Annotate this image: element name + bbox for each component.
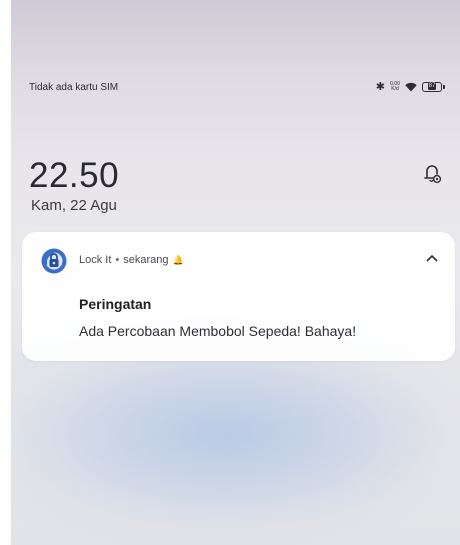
header-separator: • (115, 254, 120, 266)
notification-settings-icon[interactable] (422, 163, 442, 190)
lock-it-app-icon (41, 248, 67, 274)
notification-card[interactable]: Lock It • sekarang 🔔 Peringatan Ada Perc… (22, 232, 455, 361)
lockscreen-clock: 22.50 (29, 156, 120, 195)
battery-level: 87 (427, 83, 437, 90)
carrier-label: Tidak ada kartu SIM (29, 82, 119, 93)
notification-time: sekarang (123, 254, 169, 266)
notification-app-name: Lock It (79, 254, 112, 266)
notification-header: Lock It • sekarang 🔔 (79, 254, 184, 266)
battery-icon: 87 (422, 81, 445, 92)
bluetooth-icon: ✱ (375, 81, 385, 93)
alert-bell-icon: 🔔 (172, 254, 184, 265)
chevron-up-icon[interactable] (423, 249, 441, 267)
status-icons: ✱ 0,00 K/d 87 (375, 80, 445, 93)
phone-frame: Tidak ada kartu SIM ✱ 0,00 K/d 87 22.50 … (0, 0, 460, 545)
lockscreen-date: Kam, 22 Agu (31, 197, 117, 214)
lock-screen: Tidak ada kartu SIM ✱ 0,00 K/d 87 22.50 … (11, 0, 460, 545)
wifi-icon (405, 82, 417, 92)
network-speed-unit: K/d (391, 85, 399, 92)
status-bar: Tidak ada kartu SIM ✱ 0,00 K/d 87 (11, 78, 460, 100)
notification-title: Peringatan (79, 296, 152, 312)
network-speed-icon: 0,00 K/d (390, 81, 400, 92)
notification-body: Ada Percobaan Membobol Sepeda! Bahaya! (79, 323, 357, 339)
